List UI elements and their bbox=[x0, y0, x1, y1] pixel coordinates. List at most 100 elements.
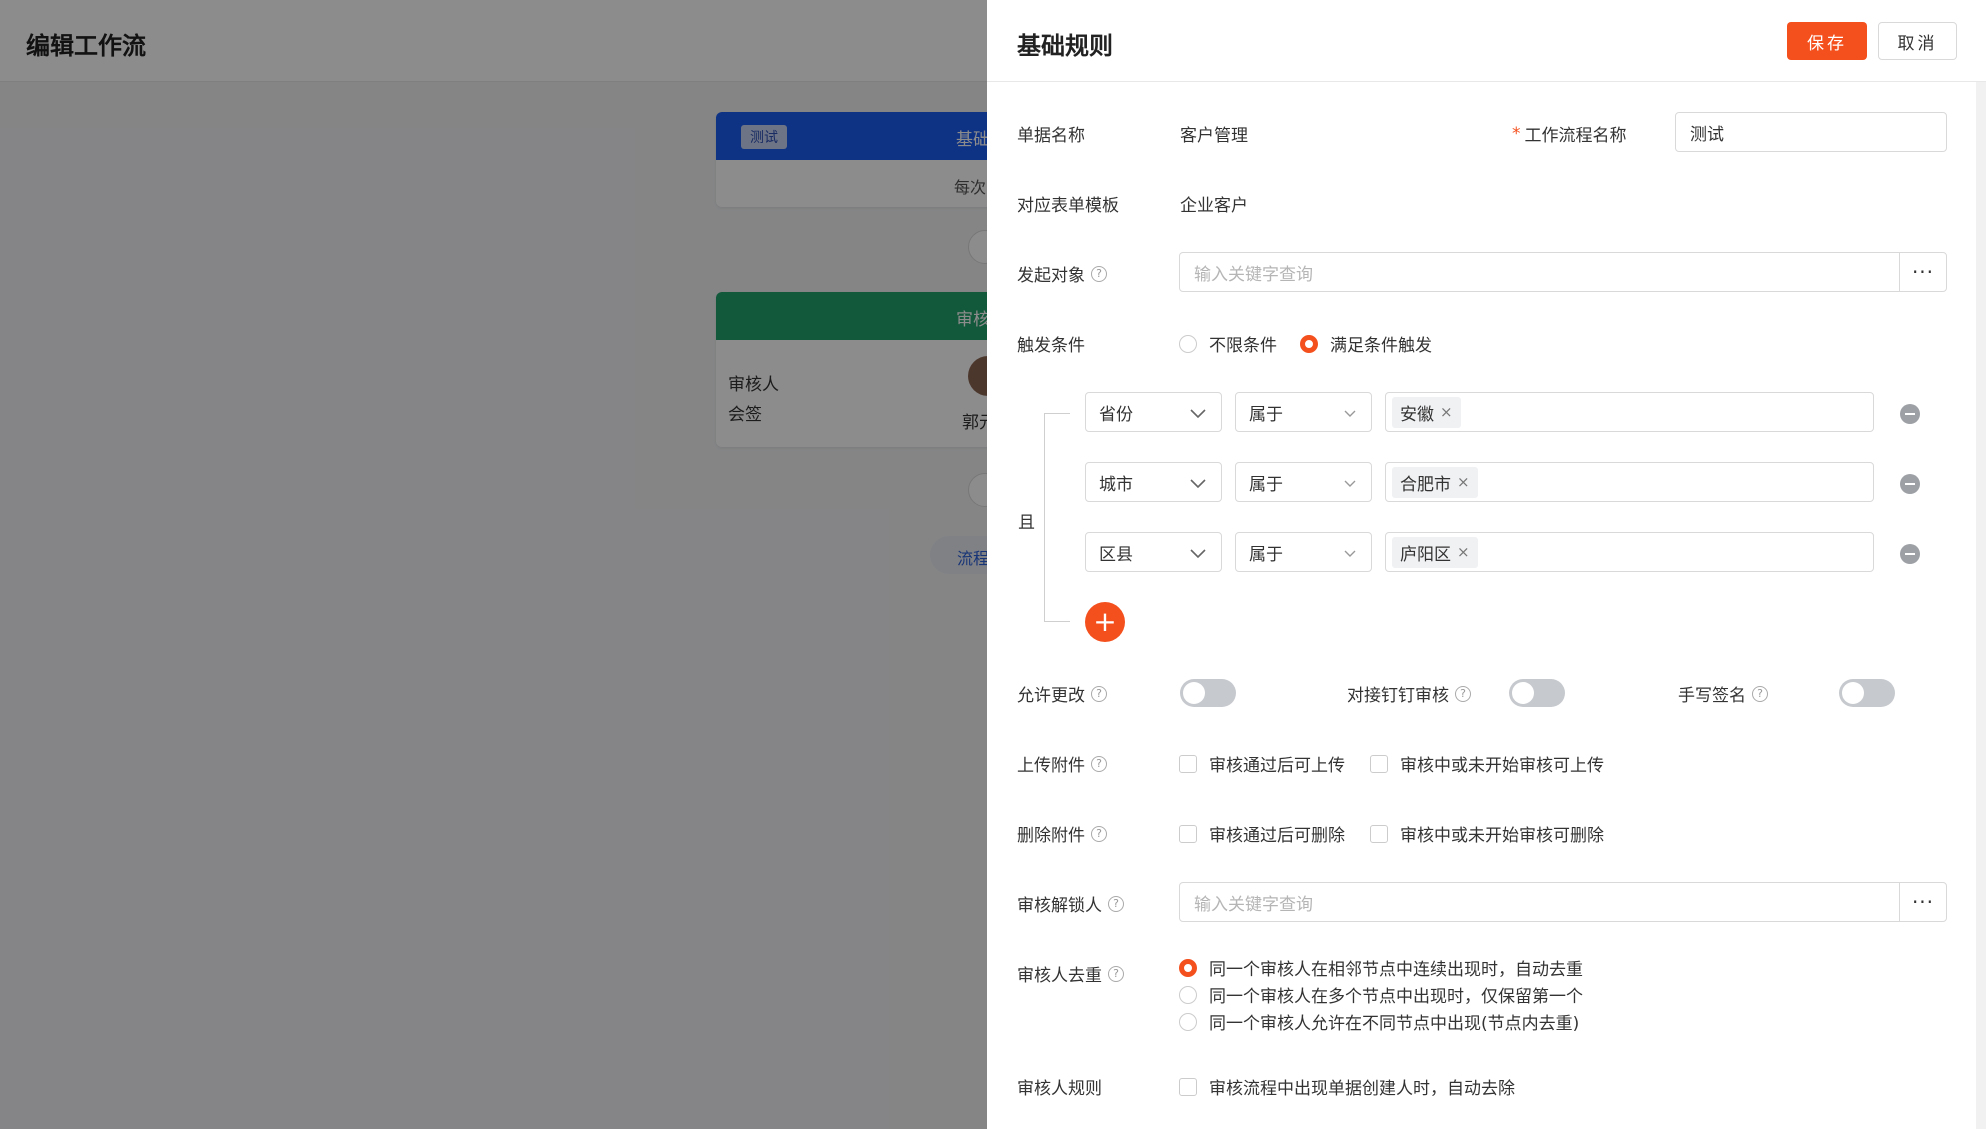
condition-field-select[interactable]: 区县 bbox=[1085, 532, 1222, 572]
help-icon[interactable]: ? bbox=[1108, 965, 1124, 982]
unlocker-more-button[interactable]: ··· bbox=[1899, 882, 1947, 922]
help-icon[interactable]: ? bbox=[1752, 685, 1768, 702]
radio-checked-icon bbox=[1179, 958, 1197, 977]
help-icon[interactable]: ? bbox=[1091, 755, 1107, 772]
checkbox-icon bbox=[1179, 754, 1197, 773]
signature-label-text: 手写签名 bbox=[1678, 686, 1746, 706]
remove-condition-button[interactable] bbox=[1900, 474, 1920, 494]
required-mark: * bbox=[1512, 123, 1521, 144]
checkbox-label: 审核中或未开始审核可上传 bbox=[1400, 756, 1604, 776]
upload-label-text: 上传附件 bbox=[1017, 756, 1085, 776]
radio-label: 同一个审核人允许在不同节点中出现(节点内去重) bbox=[1209, 1014, 1580, 1034]
help-icon[interactable]: ? bbox=[1091, 685, 1107, 702]
checkbox-icon bbox=[1370, 754, 1388, 773]
radio-label: 不限条件 bbox=[1209, 336, 1277, 356]
radio-icon bbox=[1179, 985, 1197, 1004]
doc-name-value: 客户管理 bbox=[1180, 126, 1248, 146]
delete-after-approval-checkbox[interactable]: 审核通过后可删除 bbox=[1179, 821, 1345, 846]
chevron-down-icon bbox=[1344, 410, 1356, 417]
close-icon[interactable]: × bbox=[1457, 473, 1470, 491]
workflow-name-label-text: 工作流程名称 bbox=[1524, 126, 1627, 146]
dingtalk-toggle[interactable] bbox=[1509, 679, 1565, 707]
remove-condition-button[interactable] bbox=[1900, 404, 1920, 424]
radio-icon bbox=[1179, 334, 1197, 353]
allow-edit-label-text: 允许更改 bbox=[1017, 686, 1085, 706]
delete-during-review-checkbox[interactable]: 审核中或未开始审核可删除 bbox=[1370, 821, 1604, 846]
unlocker-label-text: 审核解锁人 bbox=[1017, 896, 1102, 916]
delete-label: 删除附件? bbox=[1017, 821, 1107, 846]
checkbox-icon bbox=[1179, 1077, 1197, 1096]
rule-label: 审核人规则 bbox=[1017, 1079, 1102, 1099]
condition-field-select[interactable]: 省份 bbox=[1085, 392, 1222, 432]
drawer-title: 基础规则 bbox=[1017, 32, 1113, 60]
checkbox-label: 审核流程中出现单据创建人时，自动去除 bbox=[1209, 1079, 1515, 1099]
select-value: 省份 bbox=[1099, 404, 1133, 425]
trigger-option-unlimited[interactable]: 不限条件 bbox=[1179, 331, 1277, 356]
unlocker-search-input[interactable]: 输入关键字查询 bbox=[1179, 882, 1900, 922]
close-icon[interactable]: × bbox=[1440, 403, 1453, 421]
dingtalk-label: 对接钉钉审核? bbox=[1347, 681, 1471, 706]
rules-drawer: 基础规则 保存 取消 单据名称 客户管理 * 工作流程名称 测试 对应表单模板 … bbox=[987, 0, 1986, 1129]
value-tag: 安徽 × bbox=[1392, 396, 1461, 428]
value-tag: 庐阳区 × bbox=[1392, 536, 1478, 568]
trigger-label: 触发条件 bbox=[1017, 336, 1085, 356]
help-icon[interactable]: ? bbox=[1091, 265, 1107, 282]
help-icon[interactable]: ? bbox=[1091, 825, 1107, 842]
condition-field-select[interactable]: 城市 bbox=[1085, 462, 1222, 502]
condition-value-select[interactable]: 安徽 × bbox=[1385, 392, 1874, 432]
dedupe-label-text: 审核人去重 bbox=[1017, 966, 1102, 986]
plus-icon: + bbox=[1093, 605, 1117, 638]
checkbox-icon bbox=[1370, 824, 1388, 843]
dedupe-option-first[interactable]: 同一个审核人在多个节点中出现时，仅保留第一个 bbox=[1179, 982, 1583, 1007]
scrollbar[interactable] bbox=[1976, 82, 1986, 1129]
remove-condition-button[interactable] bbox=[1900, 544, 1920, 564]
initiator-label: 发起对象? bbox=[1017, 261, 1107, 286]
radio-icon bbox=[1179, 1012, 1197, 1031]
doc-name-label: 单据名称 bbox=[1017, 126, 1085, 146]
upload-after-approval-checkbox[interactable]: 审核通过后可上传 bbox=[1179, 751, 1345, 776]
save-button[interactable]: 保存 bbox=[1787, 22, 1867, 60]
signature-label: 手写签名? bbox=[1678, 681, 1768, 706]
checkbox-label: 审核通过后可上传 bbox=[1209, 756, 1345, 776]
radio-label: 同一个审核人在相邻节点中连续出现时，自动去重 bbox=[1209, 960, 1583, 980]
close-icon[interactable]: × bbox=[1457, 543, 1470, 561]
condition-operator-select[interactable]: 属于 bbox=[1235, 392, 1372, 432]
radio-label: 同一个审核人在多个节点中出现时，仅保留第一个 bbox=[1209, 987, 1583, 1007]
workflow-name-input[interactable]: 测试 bbox=[1675, 112, 1947, 152]
condition-bracket bbox=[1044, 413, 1070, 622]
signature-toggle[interactable] bbox=[1839, 679, 1895, 707]
allow-edit-toggle[interactable] bbox=[1180, 679, 1236, 707]
condition-value-select[interactable]: 合肥市 × bbox=[1385, 462, 1874, 502]
help-icon[interactable]: ? bbox=[1108, 895, 1124, 912]
chevron-down-icon bbox=[1190, 479, 1206, 489]
upload-during-review-checkbox[interactable]: 审核中或未开始审核可上传 bbox=[1370, 751, 1604, 776]
initiator-search-input[interactable]: 输入关键字查询 bbox=[1179, 252, 1900, 292]
chevron-down-icon bbox=[1190, 409, 1206, 419]
chevron-down-icon bbox=[1344, 550, 1356, 557]
allow-edit-label: 允许更改? bbox=[1017, 681, 1107, 706]
condition-value-select[interactable]: 庐阳区 × bbox=[1385, 532, 1874, 572]
template-label: 对应表单模板 bbox=[1017, 196, 1119, 216]
add-condition-button[interactable]: + bbox=[1085, 602, 1125, 642]
condition-operator-select[interactable]: 属于 bbox=[1235, 532, 1372, 572]
checkbox-label: 审核通过后可删除 bbox=[1209, 826, 1345, 846]
trigger-option-conditional[interactable]: 满足条件触发 bbox=[1300, 331, 1432, 356]
condition-operator-select[interactable]: 属于 bbox=[1235, 462, 1372, 502]
unlocker-label: 审核解锁人? bbox=[1017, 891, 1124, 916]
dedupe-option-adjacent[interactable]: 同一个审核人在相邻节点中连续出现时，自动去重 bbox=[1179, 955, 1583, 980]
workflow-name-label: * 工作流程名称 bbox=[1512, 121, 1627, 147]
value-tag-label: 合肥市 bbox=[1400, 474, 1451, 495]
upload-label: 上传附件? bbox=[1017, 751, 1107, 776]
logic-and-label: 且 bbox=[1018, 508, 1035, 533]
initiator-label-text: 发起对象 bbox=[1017, 266, 1085, 286]
chevron-down-icon bbox=[1190, 549, 1206, 559]
initiator-more-button[interactable]: ··· bbox=[1899, 252, 1947, 292]
help-icon[interactable]: ? bbox=[1455, 685, 1471, 702]
value-tag-label: 庐阳区 bbox=[1400, 544, 1451, 565]
drawer-header: 基础规则 保存 取消 bbox=[987, 0, 1986, 82]
checkbox-label: 审核中或未开始审核可删除 bbox=[1400, 826, 1604, 846]
remove-creator-checkbox[interactable]: 审核流程中出现单据创建人时，自动去除 bbox=[1179, 1074, 1515, 1099]
radio-label: 满足条件触发 bbox=[1330, 336, 1432, 356]
dedupe-option-allow[interactable]: 同一个审核人允许在不同节点中出现(节点内去重) bbox=[1179, 1009, 1579, 1034]
cancel-button[interactable]: 取消 bbox=[1878, 22, 1957, 60]
